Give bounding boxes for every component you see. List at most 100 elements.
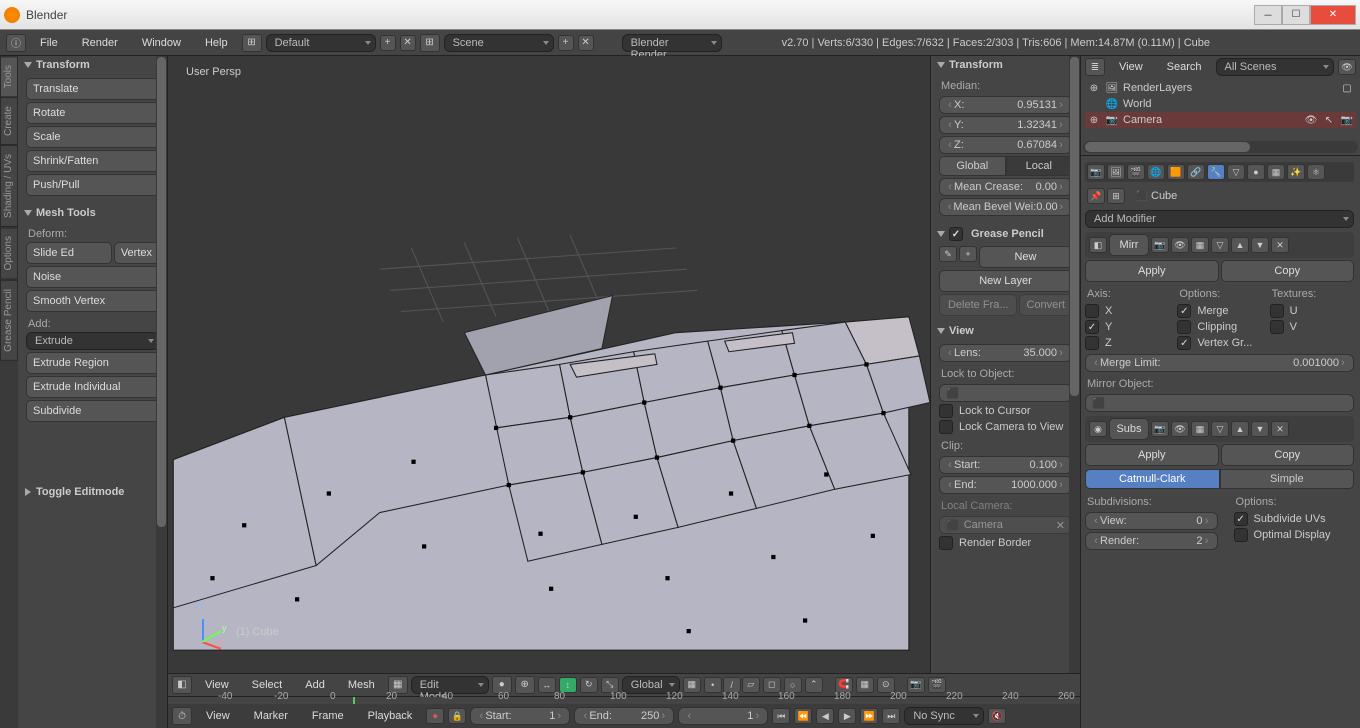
subsurf-name-field[interactable]: Subs	[1109, 418, 1149, 440]
audio-mute-icon[interactable]: 🔇	[988, 708, 1006, 724]
layout-browse-icon[interactable]: ⊞	[242, 34, 262, 52]
mean-bevel-field[interactable]: ‹Mean Bevel Wei:0.00›	[939, 198, 1072, 216]
scene-add-button[interactable]: +	[558, 35, 574, 51]
outliner-view-menu[interactable]: View	[1109, 58, 1153, 76]
gp-draw-icon[interactable]: ✎	[939, 246, 957, 262]
outliner-display-mode[interactable]: All Scenes	[1216, 58, 1334, 76]
n-panel-scrollbar[interactable]	[1069, 56, 1080, 673]
gp-convert-button[interactable]: Convert	[1019, 294, 1072, 316]
context-data-icon[interactable]: ▽	[1227, 164, 1245, 180]
proportional-falloff[interactable]: ⌃	[805, 677, 823, 693]
median-z-field[interactable]: ‹Z:0.67084›	[939, 136, 1072, 154]
mirror-render-toggle[interactable]: 📷	[1151, 237, 1169, 253]
extrude-dropdown[interactable]: Extrude	[26, 332, 159, 350]
time-cursor[interactable]	[353, 697, 355, 704]
timeline-editor-type[interactable]: ⏱	[172, 707, 192, 725]
mirror-x-checkbox[interactable]	[1085, 304, 1099, 318]
space-local-toggle[interactable]: Local	[1006, 156, 1073, 176]
jump-start-button[interactable]: ⏮	[772, 708, 790, 724]
gp-add-icon[interactable]: +	[959, 246, 977, 262]
mirror-apply-button[interactable]: Apply	[1085, 260, 1219, 282]
mirror-merge-checkbox[interactable]	[1177, 304, 1191, 318]
maximize-button[interactable]: ☐	[1282, 5, 1310, 25]
pivot-button[interactable]: ⊕	[515, 676, 535, 694]
catmull-clark-toggle[interactable]: Catmull-Clark	[1085, 469, 1220, 489]
layers-icon[interactable]: ▦	[683, 677, 701, 693]
mirror-delete-button[interactable]: ✕	[1271, 237, 1289, 253]
render-menu[interactable]: Render	[72, 34, 128, 52]
slide-edge-button[interactable]: Slide Ed	[26, 242, 112, 264]
gp-new-button[interactable]: New	[979, 246, 1072, 268]
scene-dropdown[interactable]: Scene	[444, 34, 554, 52]
mirror-object-field[interactable]: ⬛	[1085, 394, 1354, 412]
extrude-individual-button[interactable]: Extrude Individual	[26, 376, 159, 398]
pin-icon[interactable]: 📌	[1087, 188, 1105, 204]
subdivide-button[interactable]: Subdivide	[26, 400, 159, 422]
keyframe-next-button[interactable]: ⏩	[860, 708, 878, 724]
render-engine-dropdown[interactable]: Blender Render	[622, 34, 722, 52]
tab-options[interactable]: Options	[0, 227, 18, 279]
autokey-record-icon[interactable]: ⏺	[426, 708, 444, 724]
subsurf-cage-toggle[interactable]: ▽	[1211, 421, 1229, 437]
play-button[interactable]: ▶	[838, 708, 856, 724]
sync-mode-dropdown[interactable]: No Sync	[904, 707, 984, 725]
optimal-display-checkbox[interactable]	[1234, 528, 1248, 542]
editor-type-button[interactable]: ◧	[172, 676, 192, 694]
clip-end-field[interactable]: ‹End:1000.000›	[939, 476, 1072, 494]
subsurf-moveup-button[interactable]: ▲	[1231, 421, 1249, 437]
mirror-copy-button[interactable]: Copy	[1221, 260, 1355, 282]
mesh-menu[interactable]: Mesh	[338, 676, 385, 694]
face-select-mode[interactable]: ▱	[742, 677, 760, 693]
mirror-vertexgroup-checkbox[interactable]	[1177, 336, 1191, 350]
scale-button[interactable]: Scale	[26, 126, 159, 148]
mirror-clipping-checkbox[interactable]	[1177, 320, 1191, 334]
shrink-fatten-button[interactable]: Shrink/Fatten	[26, 150, 159, 172]
layout-add-button[interactable]: +	[380, 35, 396, 51]
mirror-z-checkbox[interactable]	[1085, 336, 1099, 350]
subsurf-delete-button[interactable]: ✕	[1271, 421, 1289, 437]
render-border-checkbox[interactable]	[939, 536, 953, 550]
context-constraints-icon[interactable]: 🔗	[1187, 164, 1205, 180]
snap-type[interactable]: ▦	[856, 677, 874, 693]
current-frame-field[interactable]: ‹1›	[678, 707, 768, 725]
play-reverse-button[interactable]: ◀	[816, 708, 834, 724]
outliner-item-camera[interactable]: ⊕📷Camera👁↖📷	[1085, 112, 1356, 128]
timeline-frame-menu[interactable]: Frame	[302, 707, 354, 725]
context-render-icon[interactable]: 📷	[1087, 164, 1105, 180]
opengl-render-button[interactable]: 📷	[907, 677, 925, 693]
timeline-ruler[interactable]: -40-200204060801001201401601802002202402…	[168, 697, 1080, 704]
manipulator-rotate[interactable]: ↻	[580, 677, 598, 693]
add-menu[interactable]: Add	[295, 676, 335, 694]
outliner-item-world[interactable]: 🌐World	[1085, 96, 1356, 112]
gp-new-layer-button[interactable]: New Layer	[939, 270, 1072, 292]
context-scene-icon[interactable]: 🎬	[1127, 164, 1145, 180]
context-modifiers-icon[interactable]: 🔧	[1207, 164, 1225, 180]
outliner-editor-type[interactable]: ≣	[1085, 58, 1105, 76]
tab-create[interactable]: Create	[0, 97, 18, 145]
context-physics-icon[interactable]: ⚛	[1307, 164, 1325, 180]
lock-object-field[interactable]: ⬛	[939, 384, 1072, 402]
median-x-field[interactable]: ‹X:0.95131›	[939, 96, 1072, 114]
transform-panel-header[interactable]: Transform	[18, 56, 167, 74]
mirror-moveup-button[interactable]: ▲	[1231, 237, 1249, 253]
tab-grease-pencil[interactable]: Grease Pencil	[0, 280, 18, 361]
opengl-anim-button[interactable]: 🎬	[928, 677, 946, 693]
mirror-display-toggle[interactable]: 👁	[1171, 237, 1189, 253]
layout-delete-button[interactable]: ✕	[400, 35, 416, 51]
subsurf-view-field[interactable]: ‹View:0›	[1085, 512, 1218, 530]
mirror-movedown-button[interactable]: ▼	[1251, 237, 1269, 253]
outliner-tree[interactable]: ⊕🖼RenderLayers▢ 🌐World ⊕📷Camera👁↖📷	[1081, 78, 1360, 139]
file-menu[interactable]: File	[30, 34, 68, 52]
tab-tools[interactable]: Tools	[0, 56, 18, 97]
outliner-search-menu[interactable]: Search	[1157, 58, 1212, 76]
n-transform-header[interactable]: Transform	[931, 56, 1080, 74]
gp-delete-frame-button[interactable]: Delete Fra...	[939, 294, 1017, 316]
mirror-editmode-toggle[interactable]: ▦	[1191, 237, 1209, 253]
extrude-region-button[interactable]: Extrude Region	[26, 352, 159, 374]
merge-limit-field[interactable]: ‹Merge Limit:0.001000›	[1085, 354, 1354, 372]
outliner-item-renderlayers[interactable]: ⊕🖼RenderLayers▢	[1085, 80, 1356, 96]
timeline-view-menu[interactable]: View	[196, 707, 240, 725]
clip-start-field[interactable]: ‹Start:0.100›	[939, 456, 1072, 474]
jump-end-button[interactable]: ⏭	[882, 708, 900, 724]
lock-cursor-checkbox[interactable]	[939, 404, 953, 418]
